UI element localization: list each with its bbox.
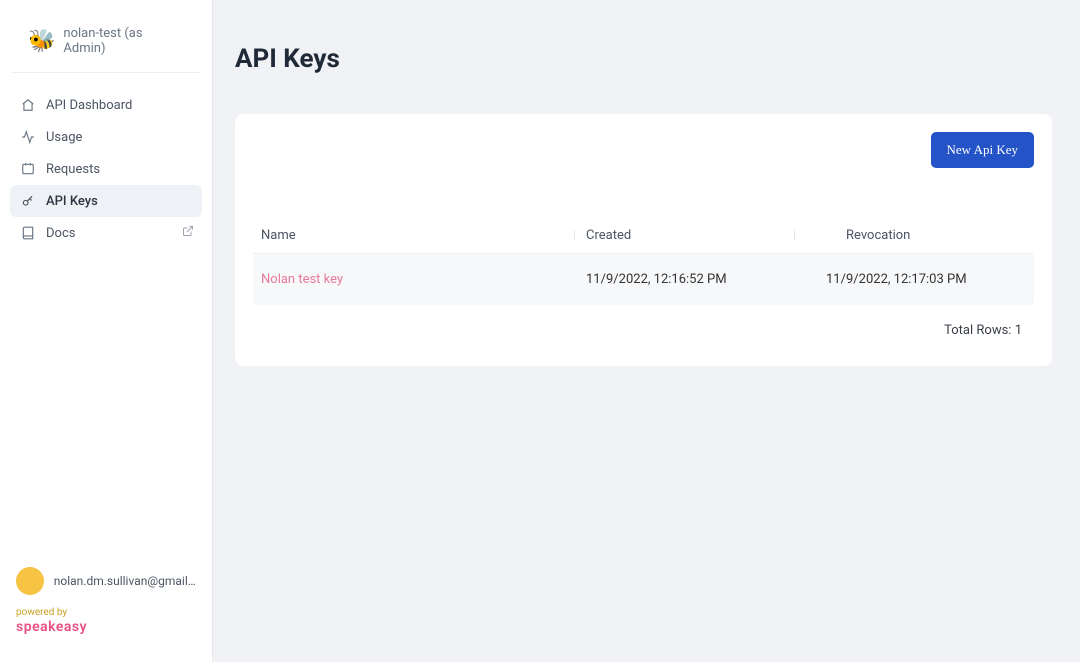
page-title: API Keys [235,44,1052,74]
api-key-name-link[interactable]: Nolan test key [261,272,586,287]
column-header-name[interactable]: Name [261,228,586,243]
sidebar-item-api-dashboard[interactable]: API Dashboard [10,89,202,121]
powered-by-label: powered by [16,607,196,619]
activity-icon [20,129,36,145]
sidebar-item-requests[interactable]: Requests [10,153,202,185]
table-footer: Total Rows: 1 [253,305,1034,342]
sidebar-item-api-keys[interactable]: API Keys [10,185,202,217]
column-header-created[interactable]: Created [586,228,806,243]
powered-by: powered by speakeasy [0,607,212,650]
total-rows-label: Total Rows: [944,323,1011,338]
main-content: API Keys New Api Key Name Created Revoca… [213,0,1080,662]
user-account[interactable]: nolan.dm.sullivan@gmail... [0,559,212,607]
new-api-key-button[interactable]: New Api Key [931,132,1035,168]
api-keys-table: Name Created Revocation Nolan test key 1… [253,218,1034,342]
workspace-selector[interactable]: 🐝 nolan-test (as Admin) [12,12,200,73]
column-header-revocation[interactable]: Revocation [806,228,1026,243]
sidebar: 🐝 nolan-test (as Admin) API Dashboard Us… [0,0,213,662]
api-keys-card: New Api Key Name Created Revocation Nola… [235,114,1052,366]
sidebar-item-label: Docs [46,226,75,241]
user-email: nolan.dm.sullivan@gmail... [54,574,196,588]
requests-icon [20,161,36,177]
key-icon [20,193,36,209]
api-key-revocation: 11/9/2022, 12:17:03 PM [806,272,1026,287]
brand-name: speakeasy [16,619,196,636]
sidebar-item-label: API Keys [46,194,98,209]
book-icon [20,225,36,241]
card-toolbar: New Api Key [253,132,1034,168]
sidebar-item-label: Usage [46,130,82,145]
sidebar-spacer [0,249,212,559]
home-icon [20,97,36,113]
sidebar-item-docs[interactable]: Docs [10,217,202,249]
table-row[interactable]: Nolan test key 11/9/2022, 12:16:52 PM 11… [253,254,1034,305]
app-root: 🐝 nolan-test (as Admin) API Dashboard Us… [0,0,1080,662]
table-header: Name Created Revocation [253,218,1034,254]
sidebar-nav: API Dashboard Usage Requests API Keys [0,89,212,249]
avatar [16,567,44,595]
total-rows-value: 1 [1015,323,1022,338]
api-key-created: 11/9/2022, 12:16:52 PM [586,272,806,287]
sidebar-item-label: Requests [46,162,100,177]
external-link-icon [182,225,194,241]
workspace-logo-icon: 🐝 [28,27,55,55]
sidebar-item-usage[interactable]: Usage [10,121,202,153]
workspace-name: nolan-test (as Admin) [63,26,184,56]
sidebar-item-label: API Dashboard [46,98,132,113]
